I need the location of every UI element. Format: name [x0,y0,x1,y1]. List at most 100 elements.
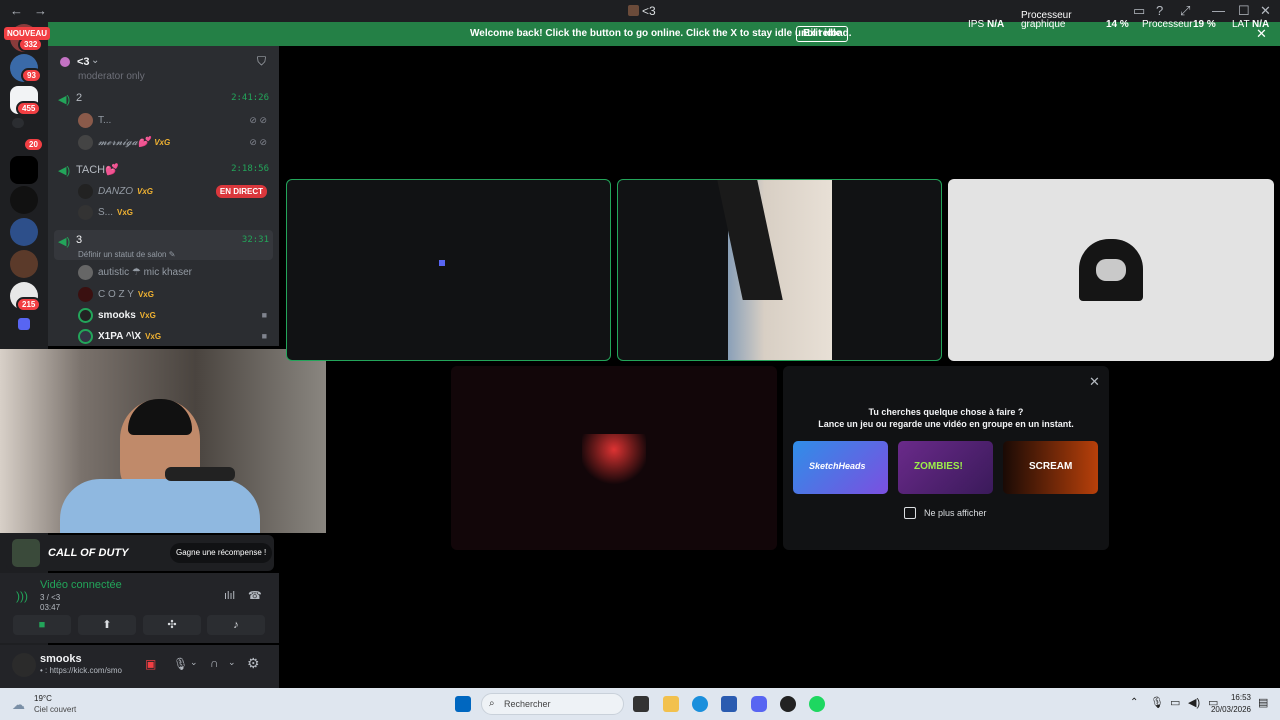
server-icon-5[interactable] [10,156,38,184]
server-icon-8[interactable] [10,250,38,278]
weather-temp[interactable]: 19°C [34,694,52,703]
inbox-icon[interactable]: ▭ [1133,3,1145,19]
connection-channel[interactable]: 3 / <3 [40,593,60,602]
clan-tag: VxG [137,187,154,196]
chevron-down-icon[interactable]: ⌄ [190,657,198,668]
headphones-icon[interactable]: ∩ [210,656,219,670]
unread-badge: 93 [21,68,42,83]
microphone-icon[interactable]: 🎙 [173,657,188,671]
activity-card-scream[interactable]: SCREAM [1003,441,1098,494]
username: DANZO VxG [98,186,154,197]
close-window-icon[interactable]: ✕ [1260,3,1271,19]
server-icon-7[interactable] [10,218,38,246]
voice-user[interactable]: S... VxG [78,204,273,222]
channel-timer: 2:41:26 [231,93,269,103]
search-box[interactable]: ⌕ Rechercher [481,693,624,715]
user-panel: smooks • : https://kick.com/smo ▣ 🎙 ⌄ ∩ … [0,645,279,688]
user-avatar[interactable] [12,653,36,677]
task-view-icon[interactable] [633,696,649,712]
voice-user[interactable]: smooks VxG ■ [78,307,273,325]
reward-button[interactable]: Gagne une récompense ! [170,543,273,563]
folder-icon[interactable] [18,318,30,330]
forward-button[interactable]: → [34,3,47,18]
maximize-icon[interactable]: ☐ [1238,3,1250,19]
video-tile-2[interactable] [617,179,942,361]
chevron-down-icon[interactable]: ⌄ [228,657,236,668]
screenshare-button[interactable]: ⬆ [78,615,136,635]
username: 𝓶𝓮𝓻𝓷𝓲𝓰𝓪💕 VxG [98,137,171,148]
activity-card-zombies[interactable]: ZOMBIES! [898,441,993,494]
voice-user[interactable]: T... ⊘ ⊘ [78,112,273,130]
voice-channel-2[interactable]: ◀) 2 2:41:26 [58,90,273,108]
video-icon: ■ [261,310,267,320]
new-badge: NOUVEAU [4,27,51,40]
weather-desc: Ciel couvert [34,705,77,714]
cloud-icon: ☁ [12,697,25,712]
voice-user[interactable]: X1PA ^\X VxG ■ [78,328,273,346]
voice-user[interactable]: DANZO VxG EN DIRECT [78,183,273,201]
window-title-text: <3 [642,4,656,18]
fullscreen-icon[interactable]: ⤢ [1180,3,1190,19]
back-button[interactable]: ← [10,3,23,18]
discord-taskbar-icon[interactable] [751,696,767,712]
settings-gear-icon[interactable]: ⚙ [247,655,260,672]
app-taskbar-icon[interactable] [780,696,796,712]
window-title: <3 [628,4,656,18]
notification-icon[interactable]: ▤ [1258,696,1268,709]
microphone-tray-icon[interactable]: 🎙 [1150,696,1164,709]
microphone [165,467,235,481]
chevron-up-icon[interactable]: ⌃ [1130,697,1138,708]
help-icon[interactable]: ? [1156,3,1163,18]
activities-button[interactable]: ✣ [143,615,201,635]
avatar [78,265,93,280]
channel-status[interactable]: Définir un statut de salon ✎ [78,250,175,259]
video-tile-3[interactable] [948,179,1274,361]
voice-user[interactable]: autistic ☂ mic khaser [78,264,273,282]
voice-channel-3[interactable]: ◀) 3 32:31 [58,232,273,250]
live-badge: EN DIRECT [215,185,267,198]
lat-value: N/A [1252,19,1270,30]
soundboard-button[interactable]: ♪ [207,615,265,635]
avatar [78,135,93,150]
server-icon-6[interactable] [10,186,38,214]
start-button[interactable] [455,696,471,712]
game-title: ZOMBIES! [914,461,963,472]
clock-time[interactable]: 16:53 [1229,693,1251,702]
voice-channel-tach[interactable]: ◀) TACH💕 2:18:56 [58,161,273,179]
stream-mute-icon[interactable]: ▣ [145,657,156,671]
speaker-icon: ◀) [58,236,71,248]
invite-icon[interactable]: ⛉ [257,54,266,69]
connection-status: Vidéo connectée [40,579,122,591]
quest-promo[interactable]: CALL OF DUTY Gagne une récompense ! [6,535,274,571]
avatar [78,113,93,128]
server-name: <3 [77,56,90,68]
network-icon[interactable]: ▭ [1170,696,1180,709]
volume-icon[interactable]: ◀) [1188,696,1200,709]
video-tile-4[interactable] [451,366,777,550]
avatar [78,205,93,220]
noise-suppression-icon[interactable]: ılıl [224,590,235,602]
voice-user[interactable]: 𝓶𝓮𝓻𝓷𝓲𝓰𝓪💕 VxG ⊘ ⊘ [78,134,273,152]
avatar [78,308,93,323]
video-tile-1[interactable] [286,179,611,361]
store-icon[interactable] [721,696,737,712]
activity-title: Tu cherches quelque chose à faire ? [868,407,1024,417]
promo-brand: CALL OF DUTY [48,547,129,559]
username: autistic ☂ mic khaser [98,267,192,278]
disconnect-icon[interactable]: ☎ [248,589,262,602]
minimize-icon[interactable]: — [1212,3,1225,18]
activity-card-sketchheads[interactable]: SketchHeads [793,441,888,494]
voice-user[interactable]: C O Z Y VxG [78,286,273,304]
edge-icon[interactable] [692,696,708,712]
camera-button[interactable]: ■ [13,615,71,635]
close-icon[interactable]: ✕ [1089,374,1100,390]
channel-timer: 32:31 [241,235,269,245]
username: X1PA ^\X VxG [98,331,162,342]
exit-idle-button[interactable]: Exit idle [796,26,849,42]
dont-show-checkbox[interactable] [904,507,916,519]
voice-connection-panel: ))) Vidéo connectée 3 / <3 03:47 ılıl ☎ … [0,573,279,643]
signal-icon[interactable]: ))) [16,589,28,603]
server-icon-4[interactable] [12,118,24,128]
file-explorer-icon[interactable] [663,696,679,712]
spotify-icon[interactable] [809,696,825,712]
